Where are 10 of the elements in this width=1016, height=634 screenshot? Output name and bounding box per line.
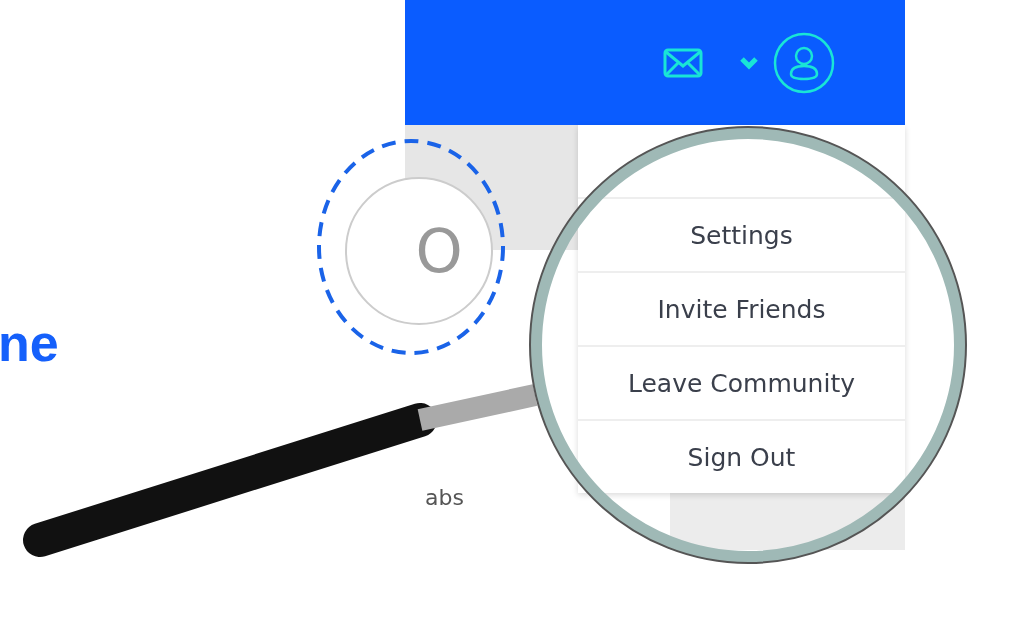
user-avatar-icon[interactable]	[773, 31, 835, 94]
menu-item[interactable]: Sign Out	[578, 419, 905, 493]
page-heading: ne	[0, 313, 59, 373]
profile-badge: O	[345, 177, 493, 325]
chevron-down-icon[interactable]	[739, 55, 759, 70]
card-text: abs	[425, 485, 465, 510]
mail-icon[interactable]	[663, 47, 703, 78]
menu-item[interactable]: Leave Community	[578, 345, 905, 419]
menu-item[interactable]: Settings	[578, 197, 905, 271]
menu-item[interactable]: Invite Friends	[578, 271, 905, 345]
